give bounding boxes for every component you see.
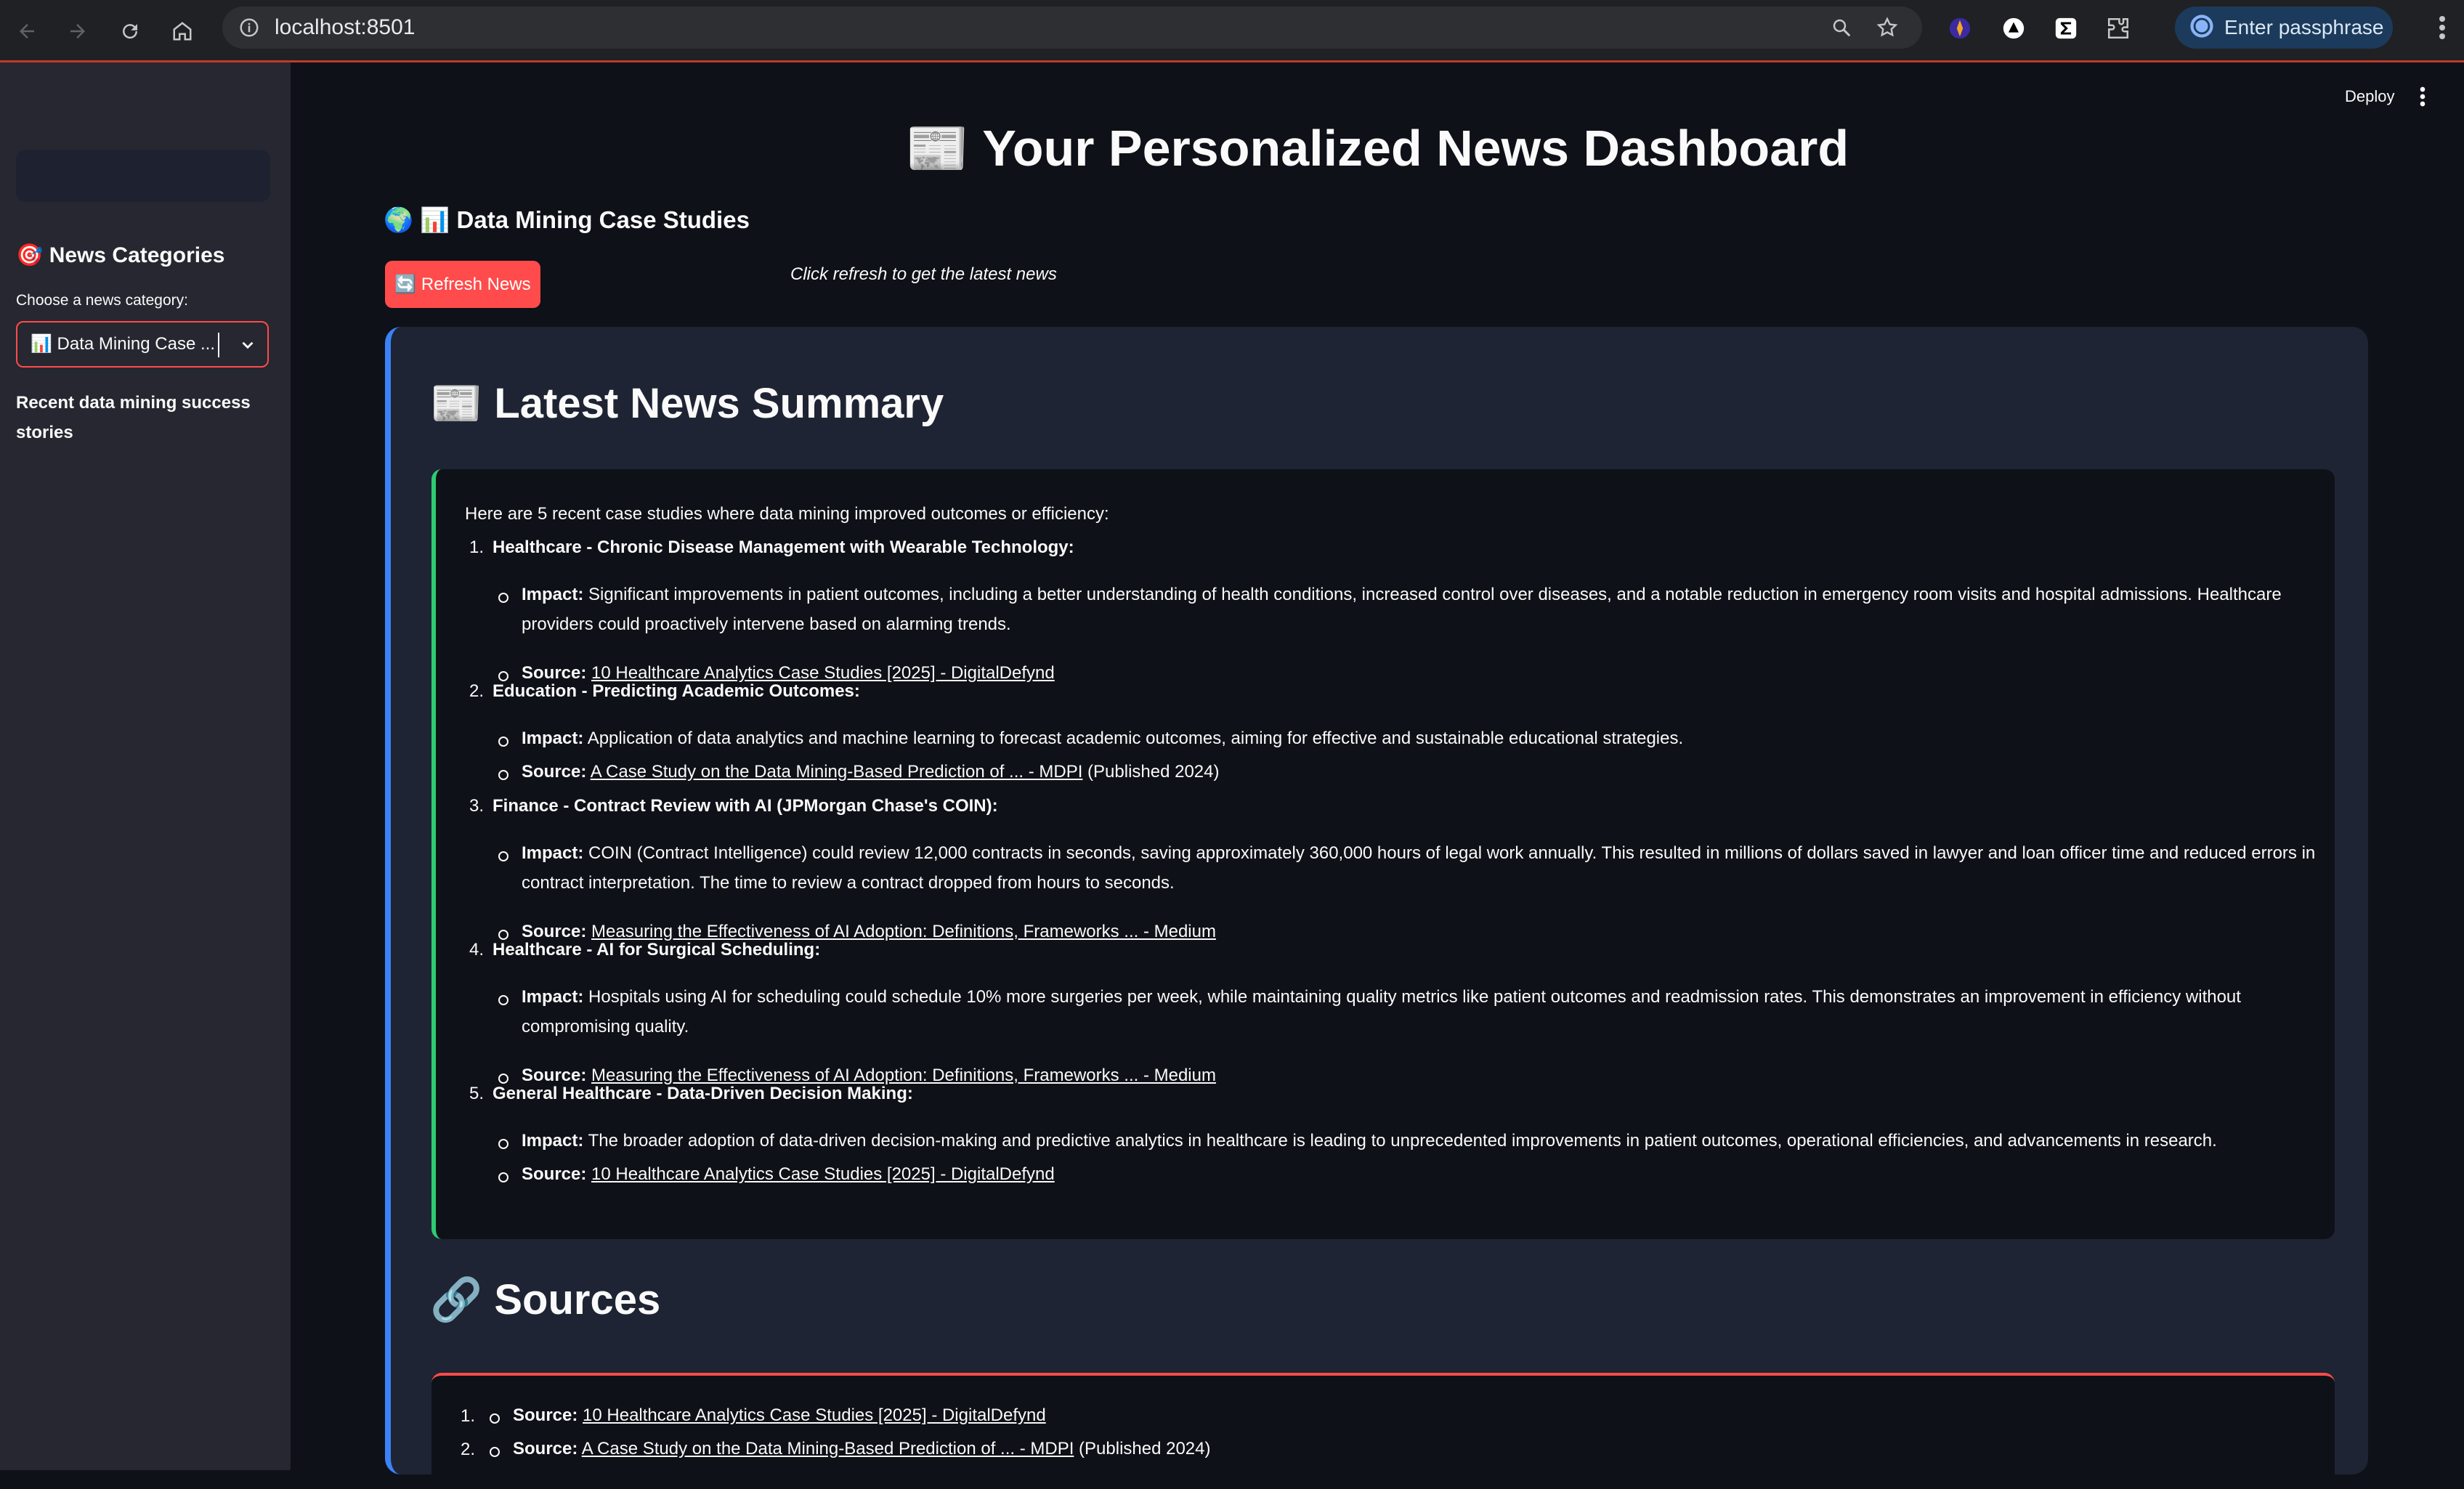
dart-icon: 🎯	[16, 243, 44, 267]
list-number: 2.	[461, 1440, 476, 1459]
impact-text: Impact: The broader adoption of data-dri…	[522, 1131, 2217, 1151]
extensions-puzzle-icon[interactable]	[2102, 12, 2134, 44]
browser-menu-icon[interactable]	[2438, 15, 2447, 44]
profile-icon	[2189, 14, 2214, 42]
bullet-dot	[490, 1413, 500, 1424]
forward-arrow-icon[interactable]	[61, 15, 94, 48]
bullet-dot	[498, 1074, 508, 1084]
list-number: 1.	[461, 1406, 476, 1426]
case-study-title: Healthcare - Chronic Disease Management …	[493, 537, 1074, 557]
source-link[interactable]: A Case Study on the Data Mining-Based Pr…	[582, 1439, 1074, 1458]
source-link[interactable]: 10 Healthcare Analytics Case Studies [20…	[591, 1164, 1055, 1184]
bullet-dot	[498, 593, 508, 603]
passphrase-button[interactable]: Enter passphrase	[2175, 7, 2393, 49]
bullet-dot	[498, 1172, 508, 1182]
source-line: Source: 10 Healthcare Analytics Case Stu…	[513, 1405, 1046, 1425]
reload-icon[interactable]	[113, 15, 147, 48]
zoom-icon[interactable]	[1831, 17, 1852, 42]
case-study-title: Finance - Contract Review with AI (JPMor…	[493, 796, 998, 816]
case-study-title: General Healthcare - Data-Driven Decisio…	[493, 1084, 913, 1103]
bullet-dot	[490, 1447, 500, 1457]
source-link[interactable]: 10 Healthcare Analytics Case Studies [20…	[591, 663, 1055, 683]
category-select[interactable]: 📊 Data Mining Case ...	[16, 321, 269, 368]
summary-content-box: Here are 5 recent case studies where dat…	[431, 469, 2335, 1239]
impact-text: Impact: Application of data analytics an…	[522, 729, 1684, 748]
source-link[interactable]: 10 Healthcare Analytics Case Studies [20…	[583, 1405, 1046, 1425]
passphrase-label: Enter passphrase	[2224, 16, 2384, 38]
sidebar-heading: 🎯 News Categories	[16, 243, 225, 267]
bullet-dot	[498, 737, 508, 747]
url-text: localhost:8501	[275, 15, 416, 39]
source-link[interactable]: A Case Study on the Data Mining-Based Pr…	[591, 762, 1083, 782]
source-line: Source: 10 Healthcare Analytics Case Stu…	[522, 1164, 1055, 1184]
impact-text: Impact: Hospitals using AI for schedulin…	[522, 987, 2241, 1036]
bullet-dot	[498, 1139, 508, 1149]
sources-box: 1. Source: 10 Healthcare Analytics Case …	[431, 1373, 2335, 1489]
bullet-dot	[498, 671, 508, 681]
bullet-dot	[498, 851, 508, 861]
category-select-value: 📊 Data Mining Case ...	[31, 334, 215, 354]
app-menu-icon[interactable]	[2419, 86, 2426, 111]
case-study-title: Education - Predicting Academic Outcomes…	[493, 681, 860, 701]
extension-2-icon[interactable]	[1998, 12, 2030, 44]
chevron-down-icon[interactable]	[238, 336, 257, 358]
address-bar[interactable]: localhost:8501	[222, 7, 1922, 49]
bullet-dot	[498, 930, 508, 940]
list-number: 1.	[469, 537, 485, 557]
summary-heading: 📰 Latest News Summary	[430, 380, 944, 427]
select-caret	[218, 333, 219, 357]
category-select-label: Choose a news category:	[16, 292, 188, 309]
category-description: Recent data mining success stories	[16, 393, 251, 442]
sidebar-collapsed-block	[16, 150, 270, 202]
bullet-dot	[498, 995, 508, 1005]
extension-1-icon[interactable]	[1944, 12, 1976, 44]
browser-toolbar: localhost:8501 Enter passphrase	[0, 0, 2464, 62]
sources-heading: 🔗 Sources	[430, 1276, 661, 1323]
source-link[interactable]: Measuring the Effectiveness of AI Adopti…	[591, 922, 1216, 941]
list-number: 2.	[469, 681, 485, 701]
source-line: Source: A Case Study on the Data Mining-…	[522, 762, 1220, 782]
summary-intro: Here are 5 recent case studies where dat…	[465, 504, 1109, 524]
sidebar: 🎯 News Categories Choose a news category…	[0, 62, 291, 1470]
home-icon[interactable]	[166, 15, 199, 48]
refresh-hint: Click refresh to get the latest news	[790, 264, 1057, 284]
case-study-title: Healthcare - AI for Surgical Scheduling:	[493, 940, 821, 959]
source-link[interactable]: Measuring the Effectiveness of AI Adopti…	[591, 1066, 1216, 1085]
site-info-icon[interactable]	[238, 17, 260, 42]
page-title: 📰 Your Personalized News Dashboard	[905, 120, 1849, 177]
extension-3-icon[interactable]	[2050, 12, 2082, 44]
category-subheading: 🌍 📊 Data Mining Case Studies	[384, 206, 750, 233]
bookmark-star-icon[interactable]	[1876, 16, 1899, 43]
source-line: Source: A Case Study on the Data Mining-…	[513, 1439, 1211, 1458]
back-arrow-icon[interactable]	[10, 15, 44, 48]
deploy-button[interactable]: Deploy	[2345, 87, 2394, 106]
list-number: 5.	[469, 1084, 485, 1103]
refresh-news-button[interactable]: 🔄 Refresh News	[385, 261, 540, 308]
news-summary-card: 📰 Latest News Summary Here are 5 recent …	[385, 327, 2368, 1489]
impact-text: Impact: COIN (Contract Intelligence) cou…	[522, 843, 2316, 893]
list-number: 3.	[469, 796, 485, 816]
impact-text: Impact: Significant improvements in pati…	[522, 585, 2282, 634]
list-number: 4.	[469, 940, 485, 959]
bullet-dot	[498, 770, 508, 780]
